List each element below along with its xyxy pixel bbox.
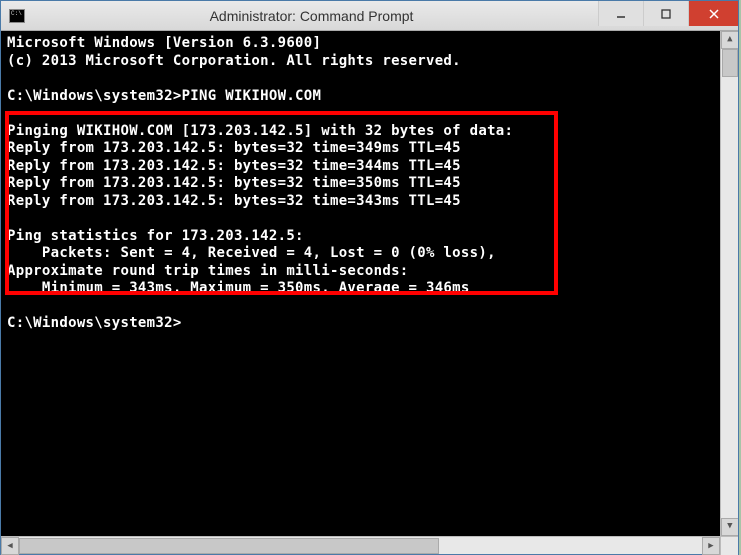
horizontal-scrollbar[interactable]: ◀ ▶ [1,536,738,554]
terminal-line: Ping statistics for 173.203.142.5: [7,228,304,244]
terminal-line: Microsoft Windows [Version 6.3.9600] [7,35,321,51]
scroll-up-button[interactable]: ▲ [721,31,738,49]
terminal-line: Reply from 173.203.142.5: bytes=32 time=… [7,140,461,156]
terminal-line: Reply from 173.203.142.5: bytes=32 time=… [7,175,461,191]
terminal-line: (c) 2013 Microsoft Corporation. All righ… [7,53,461,69]
horizontal-scroll-thumb[interactable] [19,538,439,554]
minimize-button[interactable] [598,1,643,26]
terminal-line: Approximate round trip times in milli-se… [7,263,409,279]
command-prompt-window: Administrator: Command Prompt Microsoft … [0,0,739,555]
terminal-line: C:\Windows\system32>PING WIKIHOW.COM [7,88,321,104]
maximize-icon [660,8,672,20]
terminal-line: Packets: Sent = 4, Received = 4, Lost = … [7,245,496,261]
vertical-scrollbar[interactable]: ▲ ▼ [720,31,738,536]
minimize-icon [615,8,627,20]
scroll-right-button[interactable]: ▶ [702,537,720,555]
scroll-left-button[interactable]: ◀ [1,537,19,555]
maximize-button[interactable] [643,1,688,26]
cmd-icon [9,9,25,23]
terminal-line: Minimum = 343ms, Maximum = 350ms, Averag… [7,280,470,296]
close-button[interactable] [688,1,738,26]
scroll-down-button[interactable]: ▼ [721,518,738,536]
terminal-output[interactable]: Microsoft Windows [Version 6.3.9600] (c)… [1,31,738,536]
close-icon [708,8,720,20]
terminal-line: Reply from 173.203.142.5: bytes=32 time=… [7,193,461,209]
titlebar[interactable]: Administrator: Command Prompt [1,1,738,31]
vertical-scroll-thumb[interactable] [722,49,738,77]
terminal-line: C:\Windows\system32> [7,315,182,331]
terminal-line: Pinging WIKIHOW.COM [173.203.142.5] with… [7,123,513,139]
terminal-line: Reply from 173.203.142.5: bytes=32 time=… [7,158,461,174]
window-title: Administrator: Command Prompt [25,8,598,24]
window-controls [598,1,738,30]
scroll-corner [720,537,738,555]
